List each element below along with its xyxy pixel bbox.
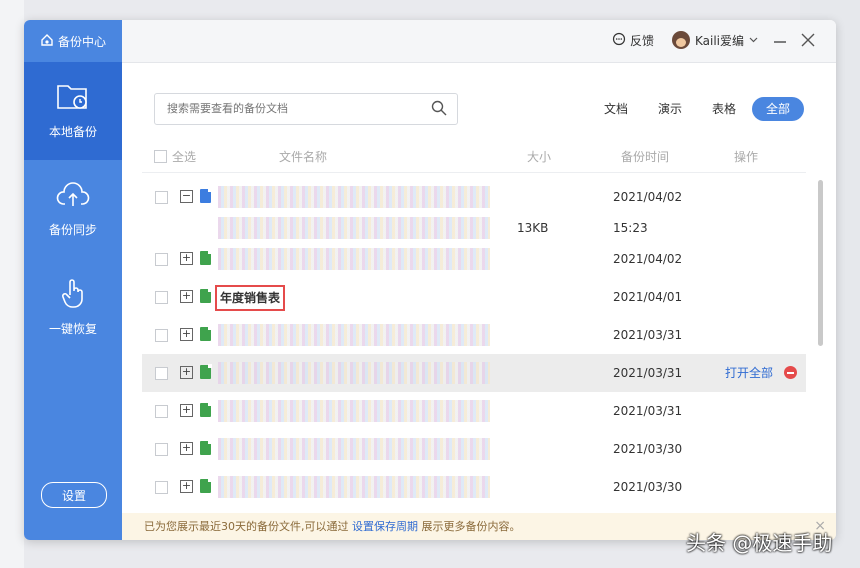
expand-icon[interactable]: + (180, 366, 193, 379)
filter-presentation[interactable]: 演示 (654, 97, 686, 121)
hand-pointer-icon (56, 277, 90, 312)
word-file-icon (200, 188, 212, 203)
minimize-icon[interactable] (770, 30, 790, 50)
home-icon (40, 33, 54, 50)
expand-icon[interactable]: + (180, 480, 193, 493)
row-checkbox[interactable] (155, 405, 168, 418)
save-period-link[interactable]: 设置保存周期 (352, 520, 418, 533)
scrollbar[interactable] (818, 180, 823, 346)
background-strip (0, 0, 24, 568)
notice-text-end: 展示更多备份内容。 (421, 520, 521, 533)
row-checkbox[interactable] (155, 443, 168, 456)
redacted-filename (218, 186, 490, 208)
backup-date: 2021/03/31 (613, 404, 683, 418)
table-row[interactable]: + 2021/03/31 (142, 316, 806, 354)
row-checkbox[interactable] (155, 329, 168, 342)
sidebar-item-label: 备份同步 (48, 223, 97, 237)
row-checkbox[interactable] (155, 291, 168, 304)
table-row[interactable]: + 2021/03/30 (142, 468, 806, 506)
folder-clock-icon (56, 82, 90, 115)
feedback-button[interactable]: 反馈 (612, 32, 654, 49)
sidebar: 备份中心 本地备份 备份同步 一键恢复 设置 (24, 20, 122, 540)
row-checkbox[interactable] (155, 481, 168, 494)
chevron-down-icon (749, 33, 758, 47)
table-row[interactable]: + 年度销售表 2021/04/01 (142, 278, 806, 316)
spreadsheet-file-icon (200, 402, 212, 417)
backup-date: 2021/03/31 (613, 328, 683, 342)
redacted-filename (218, 324, 490, 346)
row-checkbox[interactable] (155, 367, 168, 380)
app-brand: 备份中心 (24, 20, 122, 62)
header-name: 文件名称 (279, 150, 328, 164)
backup-date: 2021/03/30 (613, 442, 683, 456)
expand-icon[interactable]: + (180, 328, 193, 341)
app-title: 备份中心 (57, 34, 106, 49)
row-checkbox[interactable] (155, 253, 168, 266)
title-bar: 反馈 Kaili爱编 (122, 20, 836, 63)
backup-date: 2021/03/30 (613, 480, 683, 494)
cloud-upload-icon (56, 180, 90, 213)
select-all-checkbox[interactable] (154, 150, 167, 163)
expand-icon[interactable]: + (180, 290, 193, 303)
sidebar-item-backup-sync[interactable]: 备份同步 (24, 160, 122, 258)
redacted-filename (218, 217, 490, 239)
redacted-filename (218, 438, 490, 460)
spreadsheet-file-icon (200, 326, 212, 341)
backup-center-window: 备份中心 本地备份 备份同步 一键恢复 设置 反馈 Kaili爱编 搜索需要查看… (24, 20, 836, 540)
redacted-filename (218, 248, 490, 270)
spreadsheet-file-icon (200, 364, 212, 379)
table-row-hovered[interactable]: + 2021/03/31 打开全部 (142, 354, 806, 392)
header-action: 操作 (734, 150, 759, 164)
row-checkbox[interactable] (155, 191, 168, 204)
spreadsheet-file-icon (200, 440, 212, 455)
user-menu[interactable]: Kaili爱编 (672, 31, 758, 49)
table-row[interactable]: + 2021/04/02 (142, 240, 806, 278)
close-icon[interactable] (798, 30, 818, 50)
file-name-highlighted[interactable]: 年度销售表 (215, 285, 286, 311)
filter-spreadsheet[interactable]: 表格 (708, 97, 740, 121)
expand-icon[interactable]: + (180, 404, 193, 417)
redacted-filename (218, 400, 490, 422)
table-row[interactable]: + 2021/03/30 (142, 430, 806, 468)
header-size: 大小 (527, 150, 552, 164)
collapse-icon[interactable]: − (180, 190, 193, 203)
delete-icon[interactable] (784, 366, 797, 379)
sidebar-item-label: 本地备份 (48, 125, 97, 139)
spreadsheet-file-icon (200, 288, 212, 303)
watermark: 头条 @极速手助 (686, 531, 833, 555)
sidebar-item-label: 一键恢复 (48, 322, 97, 336)
notice-text: 已为您展示最近30天的备份文件,可以通过 (144, 520, 349, 533)
redacted-filename (218, 362, 490, 384)
backup-date: 2021/04/02 (613, 252, 683, 266)
feedback-label: 反馈 (630, 34, 655, 48)
table-row[interactable]: + 2021/03/31 (142, 392, 806, 430)
header-divider (142, 172, 806, 173)
sidebar-item-one-click-restore[interactable]: 一键恢复 (24, 258, 122, 356)
header-time: 备份时间 (621, 150, 670, 164)
user-name: Kaili爱编 (695, 33, 745, 48)
chat-icon (612, 32, 626, 49)
header-select-all: 全选 (172, 150, 197, 164)
filter-document[interactable]: 文档 (600, 97, 632, 121)
sidebar-item-local-backup[interactable]: 本地备份 (24, 62, 122, 160)
backup-date: 2021/03/31 (613, 366, 683, 380)
filter-all[interactable]: 全部 (752, 97, 804, 121)
avatar (672, 31, 690, 49)
open-all-link[interactable]: 打开全部 (725, 354, 773, 392)
redacted-filename (218, 476, 490, 498)
search-input[interactable] (165, 101, 429, 116)
spreadsheet-file-icon (200, 250, 212, 265)
expand-icon[interactable]: + (180, 252, 193, 265)
settings-button[interactable]: 设置 (41, 482, 107, 508)
expand-icon[interactable]: + (180, 442, 193, 455)
search-box (154, 93, 458, 125)
backup-date: 2021/04/01 (613, 290, 683, 304)
search-icon[interactable] (431, 100, 447, 120)
table-header: 全选 文件名称 大小 备份时间 操作 (154, 148, 804, 168)
spreadsheet-file-icon (200, 478, 212, 493)
